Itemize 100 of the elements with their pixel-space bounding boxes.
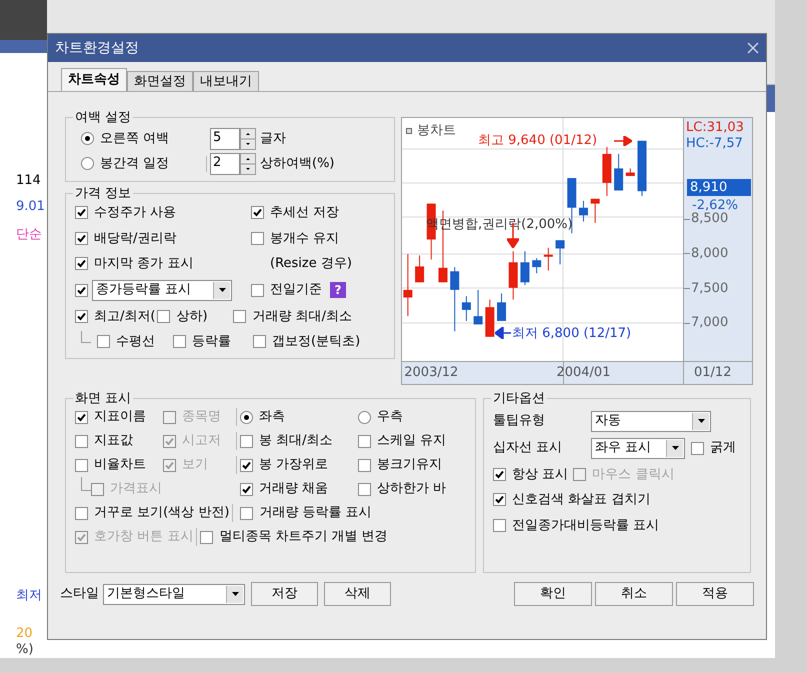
number-field[interactable]: 5 <box>210 128 240 150</box>
checkbox[interactable] <box>493 493 506 506</box>
checkbox[interactable] <box>493 468 506 481</box>
checkbox[interactable] <box>173 335 186 348</box>
dialog-button[interactable]: 확인 <box>514 582 592 606</box>
checkbox-label: 봉크기유지 <box>377 456 442 474</box>
checkbox-label: 등락률 <box>192 333 231 351</box>
background-text: 114 <box>15 173 42 189</box>
checkbox-label: 지표값 <box>94 432 133 450</box>
tab[interactable]: 내보내기 <box>193 71 259 91</box>
checkbox-label: 굵게 <box>710 439 736 458</box>
radio-button[interactable] <box>81 132 94 145</box>
close-icon[interactable] <box>747 42 759 54</box>
side-panel <box>0 0 47 40</box>
checkbox[interactable] <box>75 458 88 472</box>
background-text: 최저 <box>15 588 43 604</box>
checkbox[interactable] <box>240 506 254 520</box>
dialog-button[interactable]: 취소 <box>595 582 673 606</box>
dialog-button[interactable]: 삭제 <box>324 582 391 606</box>
legend-marker-icon <box>406 128 412 134</box>
y-tick-label: 8,000 <box>691 246 728 262</box>
background-text: 9.01 <box>15 199 46 215</box>
checkbox[interactable] <box>358 434 371 448</box>
checkbox[interactable] <box>75 434 88 448</box>
checkbox[interactable] <box>75 257 88 270</box>
group-title: 여백 설정 <box>74 109 132 127</box>
checkbox[interactable] <box>75 410 88 424</box>
dropdown[interactable]: 종가등락률 표시 <box>92 280 232 300</box>
dropdown[interactable]: 자동 <box>591 410 711 432</box>
checkbox-label: 봉 가장위로 <box>259 456 328 474</box>
change-percent: -2,62% <box>692 197 738 213</box>
tab[interactable]: 화면설정 <box>127 71 193 91</box>
checkbox[interactable] <box>251 284 264 296</box>
checkbox[interactable] <box>358 482 371 496</box>
chart-title: 봉차트 <box>417 122 456 140</box>
radio-button[interactable] <box>81 157 94 170</box>
radio-label: 우측 <box>377 408 403 426</box>
dialog-button[interactable]: 적용 <box>676 582 754 606</box>
dropdown[interactable]: 좌우 표시 <box>591 438 685 458</box>
window-title: 차트환경설정 <box>55 38 139 58</box>
hc-value: HC:-7,57 <box>686 135 743 153</box>
checkbox[interactable] <box>251 232 264 245</box>
checkbox[interactable] <box>75 506 88 520</box>
high-annotation: 최고 9,640 (01/12) <box>478 132 598 150</box>
checkbox[interactable] <box>75 232 88 245</box>
checkbox[interactable] <box>240 482 253 496</box>
checkbox[interactable] <box>493 518 506 532</box>
left-arrow-icon <box>495 327 511 339</box>
checkbox[interactable] <box>253 335 266 348</box>
caret-icon <box>692 412 709 430</box>
y-tick-label: 7,000 <box>691 315 728 332</box>
checkbox-label: 최고/최저( <box>94 308 156 326</box>
checkbox-label: 마지막 종가 표시 <box>94 255 194 273</box>
checkbox-label: 신호검색 화살표 겹치기 <box>512 491 650 509</box>
checkbox-label: 항상 표시 <box>512 466 568 484</box>
radio-button[interactable] <box>240 410 253 424</box>
background-text: %) <box>15 642 34 658</box>
tab[interactable]: 차트속성 <box>61 68 127 91</box>
checkbox-label: 가격표시 <box>110 480 162 498</box>
checkbox[interactable] <box>200 530 214 544</box>
checkbox[interactable] <box>240 434 253 448</box>
checkbox[interactable] <box>233 310 246 323</box>
checkbox-label: 보기 <box>182 456 208 474</box>
radio-label: 좌측 <box>259 408 285 426</box>
checkbox[interactable] <box>75 310 88 323</box>
group-title: 화면 표시 <box>74 390 132 408</box>
checkbox[interactable] <box>358 458 371 472</box>
caret-icon <box>226 586 243 602</box>
header-bar <box>0 40 47 53</box>
dialog-button[interactable]: 저장 <box>251 582 318 606</box>
low-annotation: 최저 6,800 (12/17) <box>512 325 632 343</box>
number-field[interactable]: 2 <box>210 152 240 174</box>
checkbox-label: 종목명 <box>182 408 221 426</box>
group-title: 가격 정보 <box>74 184 132 202</box>
field-label: 툴팁유형 <box>493 412 546 430</box>
current-price-badge: 8,910 <box>687 179 751 196</box>
checkbox[interactable] <box>75 206 88 220</box>
checkbox-label: 전일기준 <box>270 281 322 300</box>
dropdown[interactable]: 기본형스타일 <box>103 584 245 604</box>
checkbox[interactable] <box>691 442 704 454</box>
checkbox-label: 스케일 유지 <box>377 432 446 450</box>
checkbox-label: 수평선 <box>116 333 155 351</box>
unit-label: 글자 <box>260 130 286 148</box>
spin-arrows-icon[interactable] <box>240 128 256 150</box>
checkbox-label: 시고저 <box>182 432 221 450</box>
checkbox[interactable] <box>251 206 264 220</box>
checkbox[interactable] <box>240 458 253 472</box>
checkbox-label: 갭보정(분틱초) <box>272 333 360 351</box>
checkbox-label: 수정주가 사용 <box>94 204 176 222</box>
radio-button[interactable] <box>358 410 371 424</box>
unit-label: 상하여백(%) <box>260 154 334 173</box>
checkbox[interactable] <box>97 335 110 348</box>
checkbox[interactable] <box>157 310 170 323</box>
checkbox-label: 봉 최대/최소 <box>259 432 333 450</box>
y-tick-label: 8,500 <box>691 211 728 228</box>
checkbox-label: 거래량 채움 <box>259 480 328 498</box>
checkbox-label: 거래량 최대/최소 <box>252 308 352 326</box>
help-button[interactable]: ? <box>330 282 346 298</box>
spin-arrows-icon[interactable] <box>240 152 256 174</box>
checkbox[interactable] <box>75 284 88 296</box>
